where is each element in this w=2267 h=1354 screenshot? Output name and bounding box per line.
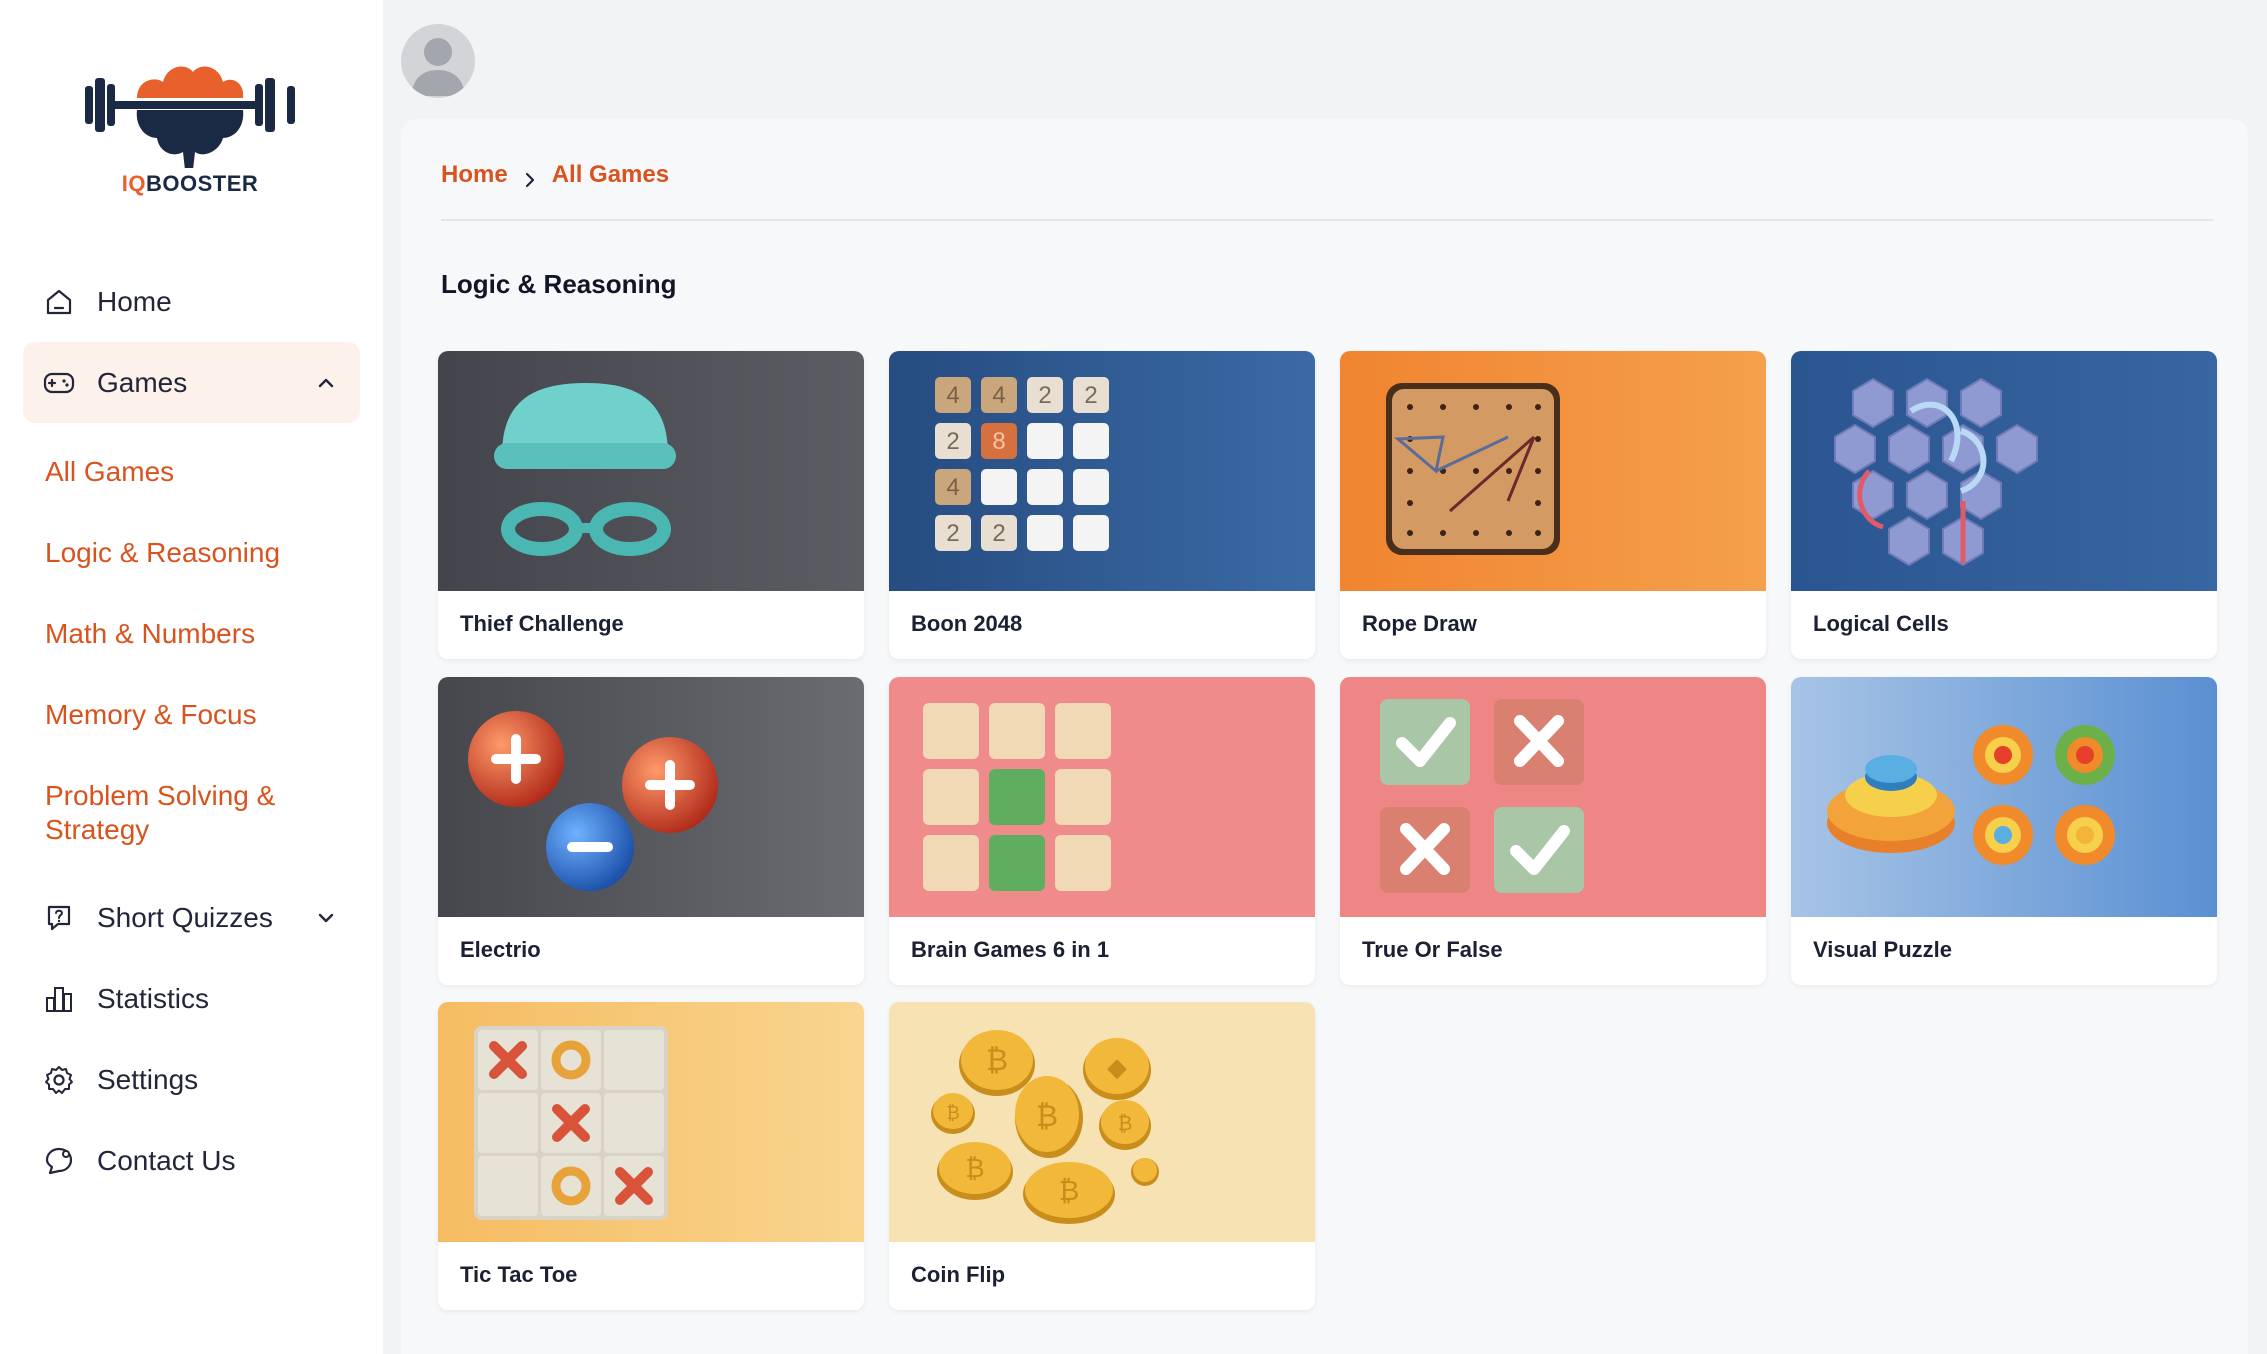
svg-text:4: 4	[946, 382, 959, 409]
svg-text:₿: ₿	[986, 1044, 1008, 1077]
user-icon	[411, 38, 465, 96]
submenu-problem-solving[interactable]: Problem Solving & Strategy	[45, 779, 365, 847]
game-thumbnail: 4 4 2 2 2 8 4 2 2	[889, 351, 1315, 591]
game-card-boon-2048[interactable]: 4 4 2 2 2 8 4 2 2 Boon 2048	[889, 351, 1315, 659]
game-title: Boon 2048	[911, 611, 1023, 636]
game-thumbnail	[438, 677, 864, 917]
game-title: Thief Challenge	[460, 611, 624, 636]
gamepad-icon	[43, 367, 75, 399]
game-card-logical-cells[interactable]: Logical Cells	[1791, 351, 2217, 659]
svg-text:2: 2	[946, 428, 959, 455]
svg-text:4: 4	[946, 474, 959, 501]
game-card-electrio[interactable]: Electrio	[438, 677, 864, 985]
nav-contact-us[interactable]: Contact Us	[23, 1120, 360, 1201]
breadcrumb-home[interactable]: Home	[441, 161, 508, 189]
section-title: Logic & Reasoning	[441, 269, 677, 299]
game-title: True Or False	[1362, 937, 1503, 962]
chevron-right-icon	[522, 167, 538, 188]
submenu-logic-reasoning[interactable]: Logic & Reasoning	[45, 536, 365, 570]
svg-text:4: 4	[992, 382, 1005, 409]
user-avatar[interactable]	[401, 24, 475, 98]
sidebar: IQBOOSTER Home Games All Games Logic & R…	[0, 0, 383, 1354]
nav-settings[interactable]: Settings	[23, 1039, 360, 1120]
breadcrumb-current[interactable]: All Games	[552, 161, 669, 189]
quiz-icon	[43, 902, 75, 934]
game-thumbnail	[1340, 351, 1766, 591]
game-card-tic-tac-toe[interactable]: Tic Tac Toe	[438, 1002, 864, 1310]
svg-text:2: 2	[992, 520, 1005, 547]
nav-games[interactable]: Games	[23, 342, 360, 423]
svg-text:◆: ◆	[1107, 1052, 1127, 1082]
game-card-visual-puzzle[interactable]: Visual Puzzle	[1791, 677, 2217, 985]
game-thumbnail	[438, 1002, 864, 1242]
gear-icon	[43, 1064, 75, 1096]
svg-text:2: 2	[1084, 382, 1097, 409]
submenu-memory-focus[interactable]: Memory & Focus	[45, 698, 365, 732]
home-icon	[43, 286, 75, 318]
nav-settings-label: Settings	[97, 1063, 199, 1095]
nav-short-quizzes-label: Short Quizzes	[97, 901, 273, 933]
breadcrumb: Home All Games	[441, 161, 669, 189]
game-thumbnail	[1791, 677, 2217, 917]
iqbooster-logo[interactable]: IQBOOSTER	[85, 58, 295, 203]
game-title: Rope Draw	[1362, 611, 1477, 636]
svg-text:₿: ₿	[1036, 1100, 1058, 1133]
submenu-all-games[interactable]: All Games	[45, 455, 365, 489]
game-card-true-or-false[interactable]: True Or False	[1340, 677, 1766, 985]
svg-text:₿: ₿	[1118, 1113, 1133, 1135]
tic-tac-toe-board-icon	[474, 1026, 668, 1220]
game-title: Brain Games 6 in 1	[911, 937, 1110, 962]
game-card-brain-games[interactable]: Brain Games 6 in 1	[889, 677, 1315, 985]
svg-text:2: 2	[1038, 382, 1051, 409]
chart-bars-icon	[43, 983, 75, 1015]
tile-grid-icon	[923, 703, 1111, 891]
game-thumbnail	[1340, 677, 1766, 917]
game-thumbnail	[438, 351, 864, 591]
nav-statistics-label: Statistics	[97, 982, 210, 1014]
main-content: Home All Games Logic & Reasoning Thief C…	[401, 119, 2248, 1354]
game-title: Electrio	[460, 937, 541, 962]
submenu-math-numbers[interactable]: Math & Numbers	[45, 617, 365, 651]
game-thumbnail: ₿ ◆ ₿ ₿ ₿ ₿ ₿	[889, 1002, 1315, 1242]
game-card-coin-flip[interactable]: ₿ ◆ ₿ ₿ ₿ ₿ ₿ Coin Flip	[889, 1002, 1315, 1310]
svg-text:₿: ₿	[965, 1153, 984, 1183]
divider	[441, 219, 2213, 221]
peg-board-icon	[1386, 383, 1560, 555]
chevron-down-icon[interactable]	[314, 905, 338, 929]
game-thumbnail	[1791, 351, 2217, 591]
game-card-rope-draw[interactable]: Rope Draw	[1340, 351, 1766, 659]
game-title: Logical Cells	[1813, 611, 1949, 636]
chat-icon	[43, 1145, 75, 1177]
svg-text:₿: ₿	[1059, 1175, 1080, 1206]
barbell-brain-icon	[85, 66, 295, 170]
nav-contact-us-label: Contact Us	[97, 1144, 236, 1176]
game-card-thief-challenge[interactable]: Thief Challenge	[438, 351, 864, 659]
svg-text:₿: ₿	[946, 1103, 959, 1123]
svg-text:2: 2	[946, 520, 959, 547]
nav-home[interactable]: Home	[23, 261, 360, 342]
brand-name: IQBOOSTER	[121, 171, 259, 196]
game-title: Tic Tac Toe	[460, 1262, 578, 1287]
nav-games-label: Games	[97, 366, 188, 398]
chevron-up-icon[interactable]	[314, 370, 338, 394]
game-title: Coin Flip	[911, 1262, 1006, 1287]
game-thumbnail	[889, 677, 1315, 917]
nav-short-quizzes[interactable]: Short Quizzes	[23, 877, 360, 958]
nav-statistics[interactable]: Statistics	[23, 958, 360, 1039]
nav-home-label: Home	[97, 285, 172, 317]
game-title: Visual Puzzle	[1813, 937, 1952, 962]
svg-text:8: 8	[992, 428, 1005, 455]
